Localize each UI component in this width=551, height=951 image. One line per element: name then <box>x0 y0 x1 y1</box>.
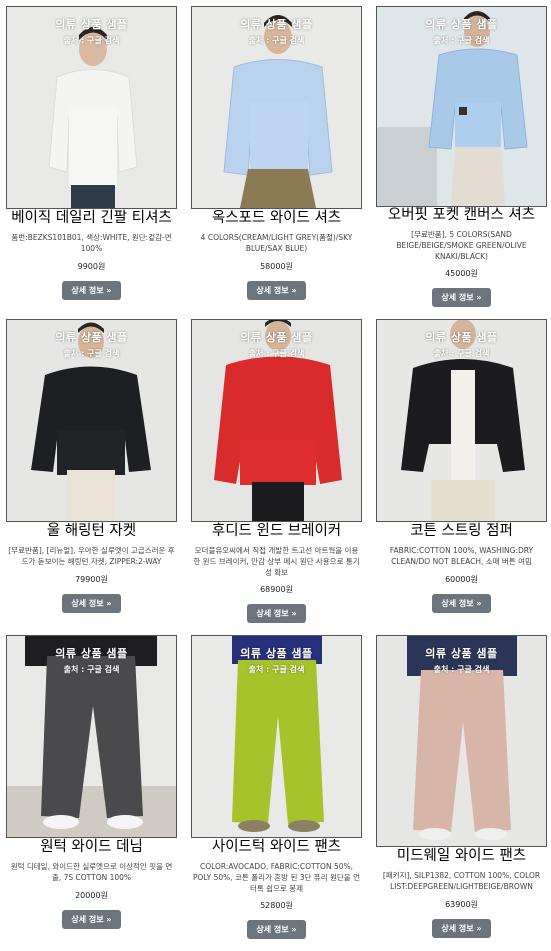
product-title[interactable]: 오버핏 포켓 캔버스 셔츠 <box>376 207 547 224</box>
overlay-title: 의류 상품 샘플 <box>55 18 128 31</box>
overlay-source: 출처 : 구글 검색 <box>63 349 120 358</box>
product-title[interactable]: 사이드턱 와이드 팬츠 <box>191 839 362 856</box>
product-price: 63900원 <box>445 900 478 909</box>
product-desc: [무료반품], 5 COLORS(SAND BEIGE/BEIGE/SMOKE … <box>396 230 527 261</box>
detail-button[interactable]: 상세 정보 » <box>432 919 491 938</box>
product-title[interactable]: 베이직 데일리 긴팔 티셔츠 <box>6 210 177 227</box>
product-image[interactable]: 의류 상품 샘플 출처 : 구글 검색 <box>191 635 362 838</box>
product-desc: FABRIC:COTTON 100%, WASHING:DRY CLEAN/DO… <box>389 546 534 566</box>
overlay-source: 출처 : 구글 검색 <box>433 665 490 674</box>
product-card: 의류 상품 샘플 출처 : 구글 검색 사이드턱 와이드 팬츠 COLOR:AV… <box>191 635 362 939</box>
product-title[interactable]: 후디드 윈드 브레이커 <box>191 523 362 540</box>
product-card: 의류 상품 샘플 출처 : 구글 검색 원턱 와이드 데님 원턱 디테일, 와이… <box>6 635 177 929</box>
product-price: 9900원 <box>77 262 106 271</box>
overlay-title: 의류 상품 샘플 <box>240 647 313 660</box>
product-card: 의류 상품 샘플 출처 : 구글 검색 후디드 윈드 브레이커 모더블유오씨에서… <box>191 319 362 623</box>
product-image[interactable]: 의류 상품 샘플 출처 : 구글 검색 <box>191 6 362 209</box>
overlay-source: 출처 : 구글 검색 <box>63 36 120 45</box>
product-desc: 4 COLORS(CREAM/LIGHT GREY(품절)/SKY BLUE/S… <box>200 233 353 253</box>
product-desc: 모더블유오씨에서 직접 개발한 트고선 아트웍을 이용한 윈드 브레이커, 안감… <box>193 546 360 577</box>
product-card: 의류 상품 샘플 출처 : 구글 검색 오버핏 포켓 캔버스 셔츠 [무료반품]… <box>376 6 547 307</box>
detail-button[interactable]: 상세 정보 » <box>62 281 121 300</box>
product-desc: 원턱 디테일, 와이드한 실루엣으로 이상적인 핏을 연출, 7S COTTON… <box>10 862 173 882</box>
product-card: 의류 상품 샘플 출처 : 구글 검색 코튼 스트링 점퍼 FABRIC:COT… <box>376 319 547 613</box>
product-desc: COLOR:AVOCADO, FABRIC:COTTON 50%, POLY 5… <box>193 862 360 893</box>
overlay-source: 출처 : 구글 검색 <box>63 665 120 674</box>
overlay-title: 의류 상품 샘플 <box>425 647 498 660</box>
product-image[interactable]: 의류 상품 샘플 출처 : 구글 검색 <box>6 6 177 209</box>
detail-button[interactable]: 상세 정보 » <box>62 910 121 929</box>
overlay-title: 의류 상품 샘플 <box>55 331 128 344</box>
detail-button[interactable]: 상세 정보 » <box>247 920 306 939</box>
overlay-source: 출처 : 구글 검색 <box>433 349 490 358</box>
product-title[interactable]: 미드웨일 와이드 팬츠 <box>376 848 547 865</box>
product-card: 의류 상품 샘플 출처 : 구글 검색 옥스포드 와이드 셔츠 4 COLORS… <box>191 6 362 300</box>
overlay-source: 출처 : 구글 검색 <box>248 665 305 674</box>
product-title[interactable]: 울 해링턴 자켓 <box>6 523 177 540</box>
product-card: 의류 상품 샘플 출처 : 구글 검색 울 해링턴 자켓 [무료반품], [리뉴… <box>6 319 177 613</box>
detail-button[interactable]: 상세 정보 » <box>432 594 491 613</box>
product-price: 20000원 <box>75 891 108 900</box>
overlay-title: 의류 상품 샘플 <box>425 331 498 344</box>
overlay-title: 의류 상품 샘플 <box>425 18 498 31</box>
product-image[interactable]: 의류 상품 샘플 출처 : 구글 검색 <box>376 6 547 207</box>
product-price: 79900원 <box>75 575 108 584</box>
product-price: 60000원 <box>445 575 478 584</box>
detail-button[interactable]: 상세 정보 » <box>247 281 306 300</box>
product-desc: [무료반품], [리뉴얼], 우아한 실루엣이 고급스러운 후드가 돋보이는 해… <box>8 546 175 566</box>
detail-button[interactable]: 상세 정보 » <box>432 288 491 307</box>
product-desc: 품번:BEZKS101B01, 색상:WHITE, 원단:겉감-면 100% <box>11 233 172 253</box>
product-price: 58000원 <box>260 262 293 271</box>
product-image[interactable]: 의류 상품 샘플 출처 : 구글 검색 <box>6 319 177 522</box>
product-price: 68900원 <box>260 585 293 594</box>
overlay-title: 의류 상품 샘플 <box>240 331 313 344</box>
overlay-title: 의류 상품 샘플 <box>240 18 313 31</box>
product-image[interactable]: 의류 상품 샘플 출처 : 구글 검색 <box>191 319 362 522</box>
product-image[interactable]: 의류 상품 샘플 출처 : 구글 검색 <box>6 635 177 838</box>
product-title[interactable]: 옥스포드 와이드 셔츠 <box>191 210 362 227</box>
product-title[interactable]: 코튼 스트링 점퍼 <box>376 523 547 540</box>
overlay-source: 출처 : 구글 검색 <box>248 36 305 45</box>
product-price: 52800원 <box>260 901 293 910</box>
product-price: 45000원 <box>445 269 478 278</box>
product-image[interactable]: 의류 상품 샘플 출처 : 구글 검색 <box>376 635 547 847</box>
product-title[interactable]: 원턱 와이드 데님 <box>6 839 177 856</box>
product-image[interactable]: 의류 상품 샘플 출처 : 구글 검색 <box>376 319 547 522</box>
product-card: 의류 상품 샘플 출처 : 구글 검색 미드웨일 와이드 팬츠 [패키지], S… <box>376 635 547 938</box>
detail-button[interactable]: 상세 정보 » <box>62 594 121 613</box>
overlay-source: 출처 : 구글 검색 <box>248 349 305 358</box>
product-card: 의류 상품 샘플 출처 : 구글 검색 베이직 데일리 긴팔 티셔츠 품번:BE… <box>6 6 177 300</box>
detail-button[interactable]: 상세 정보 » <box>247 604 306 623</box>
overlay-source: 출처 : 구글 검색 <box>433 36 490 45</box>
overlay-title: 의류 상품 샘플 <box>55 647 128 660</box>
product-desc: [패키지], SILP1382, COTTON 100%, COLOR LIST… <box>382 871 541 891</box>
